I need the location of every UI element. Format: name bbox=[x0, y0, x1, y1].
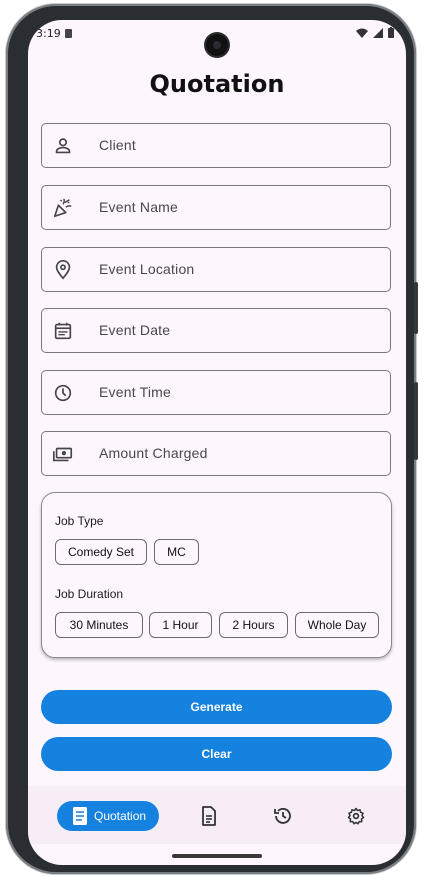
wifi-icon bbox=[356, 28, 368, 38]
chip-comedy-set[interactable]: Comedy Set bbox=[55, 539, 147, 565]
client-field[interactable]: Client bbox=[41, 123, 391, 168]
chip-30-minutes[interactable]: 30 Minutes bbox=[55, 612, 143, 638]
job-options-card: Job Type Comedy Set MC Job Duration 30 M… bbox=[41, 492, 392, 658]
generate-button[interactable]: Generate bbox=[41, 690, 392, 724]
event-location-placeholder: Event Location bbox=[99, 261, 195, 277]
event-name-placeholder: Event Name bbox=[99, 199, 179, 215]
job-duration-label: Job Duration bbox=[55, 587, 124, 601]
amount-charged-placeholder: Amount Charged bbox=[99, 445, 208, 461]
chip-2-hours[interactable]: 2 Hours bbox=[219, 612, 288, 638]
person-icon bbox=[55, 138, 71, 154]
client-placeholder: Client bbox=[99, 137, 136, 153]
event-location-field[interactable]: Event Location bbox=[41, 247, 391, 292]
bottom-navigation: Quotation bbox=[28, 786, 406, 844]
sim-icon bbox=[65, 29, 72, 38]
clock-icon bbox=[54, 384, 72, 402]
event-name-field[interactable]: Event Name bbox=[41, 185, 391, 230]
page-title: Quotation bbox=[149, 70, 285, 98]
event-time-field[interactable]: Event Time bbox=[41, 370, 391, 415]
home-indicator[interactable] bbox=[172, 854, 262, 858]
clear-button[interactable]: Clear bbox=[41, 737, 392, 771]
history-icon[interactable] bbox=[273, 806, 293, 826]
party-popper-icon bbox=[53, 198, 72, 218]
settings-icon[interactable] bbox=[346, 806, 366, 826]
app-screen: 3:19 Quotation Client Event Name Event L… bbox=[28, 20, 406, 865]
chip-whole-day[interactable]: Whole Day bbox=[295, 612, 379, 638]
camera-cutout bbox=[206, 34, 228, 56]
volume-button bbox=[414, 282, 418, 334]
chip-1-hour[interactable]: 1 Hour bbox=[149, 612, 212, 638]
document-icon[interactable] bbox=[199, 806, 219, 826]
chip-mc[interactable]: MC bbox=[154, 539, 199, 565]
event-date-placeholder: Event Date bbox=[99, 322, 171, 338]
phone-frame: 3:19 Quotation Client Event Name Event L… bbox=[6, 4, 418, 874]
battery-icon bbox=[388, 27, 394, 38]
location-pin-icon bbox=[55, 260, 71, 280]
amount-charged-field[interactable]: Amount Charged bbox=[41, 431, 391, 476]
status-time: 3:19 bbox=[36, 27, 61, 40]
status-icons bbox=[356, 27, 394, 38]
power-button bbox=[414, 382, 418, 460]
nav-quotation-label: Quotation bbox=[94, 809, 147, 823]
signal-icon bbox=[373, 27, 383, 38]
calendar-icon bbox=[54, 322, 72, 340]
nav-item-quotation[interactable]: Quotation bbox=[57, 801, 159, 831]
quotation-icon bbox=[73, 807, 87, 825]
event-date-field[interactable]: Event Date bbox=[41, 308, 391, 353]
job-type-label: Job Type bbox=[55, 514, 104, 528]
event-time-placeholder: Event Time bbox=[99, 384, 172, 400]
money-icon bbox=[53, 447, 73, 462]
